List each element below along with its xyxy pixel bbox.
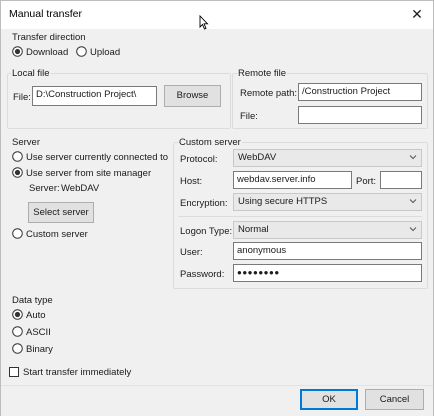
protocol-label: Protocol: xyxy=(180,154,218,165)
password-input[interactable]: ●●●●●●●● xyxy=(233,264,422,282)
encryption-value: Using secure HTTPS xyxy=(238,196,328,207)
manual-transfer-dialog: Manual transfer ✕ Transfer direction Dow… xyxy=(0,0,434,416)
local-file-field-label: File: xyxy=(13,92,31,103)
radio-custom-server-label: Custom server xyxy=(26,229,88,240)
server-label: Server xyxy=(12,137,40,148)
password-label: Password: xyxy=(180,269,225,280)
window-title: Manual transfer xyxy=(9,8,82,20)
port-label: Port: xyxy=(356,176,377,187)
ok-button[interactable]: OK xyxy=(300,389,358,410)
radio-site-manager-server[interactable] xyxy=(12,167,23,178)
encryption-label: Encryption: xyxy=(180,198,228,209)
radio-auto-label: Auto xyxy=(26,310,46,321)
radio-auto[interactable] xyxy=(12,309,23,320)
host-input[interactable]: webdav.server.info xyxy=(233,171,352,189)
server-name-value: WebDAV xyxy=(61,183,100,194)
remote-path-label: Remote path: xyxy=(240,88,298,99)
radio-current-server-label: Use server currently connected to xyxy=(26,152,169,163)
mouse-cursor-icon xyxy=(199,15,209,30)
radio-download-label: Download xyxy=(26,47,69,58)
radio-ascii-label: ASCII xyxy=(26,327,51,338)
remote-file-field-label: File: xyxy=(240,111,258,122)
title-bar: Manual transfer ✕ xyxy=(1,1,433,29)
host-label: Host: xyxy=(180,176,203,187)
radio-custom-server[interactable] xyxy=(12,228,23,239)
start-immediately-label: Start transfer immediately xyxy=(23,367,132,378)
port-input[interactable] xyxy=(380,171,422,189)
custom-server-label: Custom server xyxy=(178,137,242,148)
logon-type-label: Logon Type: xyxy=(180,226,233,237)
remote-path-input[interactable]: /Construction Project xyxy=(298,83,422,101)
data-type-label: Data type xyxy=(12,295,53,306)
select-server-button[interactable]: Select server xyxy=(28,202,94,223)
radio-binary-label: Binary xyxy=(26,344,53,355)
remote-file-input[interactable] xyxy=(298,106,422,124)
server-name-label: Server: xyxy=(29,183,60,194)
chevron-down-icon xyxy=(409,199,417,204)
local-file-label: Local file xyxy=(11,68,51,79)
user-input[interactable]: anonymous xyxy=(233,242,422,260)
protocol-select[interactable]: WebDAV xyxy=(233,149,422,167)
radio-binary[interactable] xyxy=(12,343,23,354)
chevron-down-icon xyxy=(409,155,417,160)
browse-button[interactable]: Browse xyxy=(164,85,221,107)
protocol-value: WebDAV xyxy=(238,152,277,163)
cancel-button[interactable]: Cancel xyxy=(365,389,424,410)
encryption-select[interactable]: Using secure HTTPS xyxy=(233,193,422,211)
radio-upload-label: Upload xyxy=(90,47,121,58)
user-label: User: xyxy=(180,247,203,258)
transfer-direction-label: Transfer direction xyxy=(12,32,86,43)
radio-download[interactable] xyxy=(12,46,23,57)
radio-site-manager-label: Use server from site manager xyxy=(26,168,152,179)
remote-file-label: Remote file xyxy=(237,68,288,79)
radio-upload[interactable] xyxy=(76,46,87,57)
divider xyxy=(178,216,422,217)
close-icon[interactable]: ✕ xyxy=(407,4,427,24)
radio-ascii[interactable] xyxy=(12,326,23,337)
start-immediately-checkbox[interactable] xyxy=(9,367,19,377)
logon-type-value: Normal xyxy=(238,224,269,235)
radio-current-server[interactable] xyxy=(12,151,23,162)
logon-type-select[interactable]: Normal xyxy=(233,221,422,239)
local-file-input[interactable]: D:\Construction Project\ xyxy=(32,86,157,106)
chevron-down-icon xyxy=(409,227,417,232)
